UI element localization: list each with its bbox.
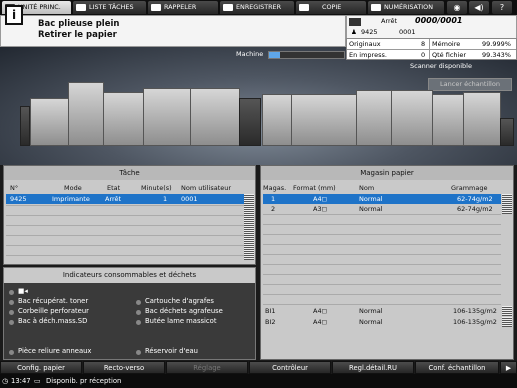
- clock-icon: ◷: [2, 377, 8, 385]
- message-line-1: Bac plieuse plein: [38, 19, 120, 29]
- status-text: Disponib. pr réception: [46, 377, 122, 385]
- table-row[interactable]: 9425 Imprimante Arrêt 1 0001: [6, 194, 249, 204]
- originaux-label: Originaux: [349, 40, 381, 48]
- memoire-value: 99.999%: [482, 40, 511, 48]
- help-icon[interactable]: ?: [492, 1, 512, 14]
- controller-button[interactable]: Contrôleur: [249, 361, 331, 374]
- consumable-toner-box: Bac récupérat. toner: [18, 297, 89, 305]
- adjustment-button[interactable]: Réglage: [166, 361, 248, 374]
- col-nom: Nom: [359, 184, 375, 192]
- consumables-title: Indicateurs consommables et déchets: [4, 268, 255, 283]
- col-format: Format (mm): [293, 184, 336, 192]
- consumable-trimmer-stop: Butée lame massicot: [145, 317, 217, 325]
- consumable-ring-binding: Pièce reliure anneaux: [18, 347, 92, 355]
- machine-state: Arrêt: [381, 17, 398, 25]
- qte-fichier-label: Qté fichier: [432, 51, 466, 59]
- col-minutes: Minute(s): [141, 184, 172, 192]
- col-n: N°: [10, 184, 19, 192]
- tab-liste-taches[interactable]: LISTE TÂCHES: [73, 1, 146, 14]
- job-list-title: Tâche: [4, 166, 255, 180]
- machine-progress-fill: [269, 52, 281, 58]
- list-icon: [76, 4, 86, 11]
- machine-progress-bar: [268, 51, 345, 59]
- consumables-panel: Indicateurs consommables et déchets ■◂ B…: [3, 267, 256, 360]
- sample-button[interactable]: Lancer échantillon: [428, 78, 512, 91]
- tray-level-icon: [502, 194, 512, 204]
- copy-icon: [299, 4, 309, 11]
- table-row[interactable]: 2 A3◻ Normal 62-74g/m2: [263, 204, 501, 214]
- col-mode: Mode: [64, 184, 82, 192]
- save-icon: [223, 4, 233, 11]
- globe-icon[interactable]: ◉: [447, 1, 467, 14]
- originaux-value: 8: [421, 40, 426, 48]
- consumable-punch-bin: Corbeille perforateur: [18, 307, 89, 315]
- tab-rappeler[interactable]: RAPPELER: [148, 1, 218, 14]
- tab-enregistrer[interactable]: ENREGISTRER: [220, 1, 294, 14]
- consumable-water-tank: Réservoir d'eau: [145, 347, 198, 355]
- printer-icon: [349, 18, 361, 26]
- en-impress-label: En impress.: [349, 51, 387, 59]
- consumable-staple-waste: Bac déchets agrafeuse: [145, 307, 223, 315]
- status-bar: ◷ 13:47 ▭ Disponib. pr réception: [0, 374, 517, 388]
- tab-numerisation[interactable]: NUMÉRISATION: [368, 1, 444, 14]
- tab-copie[interactable]: COPIE: [296, 1, 366, 14]
- paper-tray-title: Magasin papier: [261, 166, 513, 180]
- col-user: Nom utilisateur: [181, 184, 232, 192]
- tray-level-icon: [502, 204, 512, 214]
- col-grammage: Grammage: [451, 184, 488, 192]
- user-id: 9425: [361, 28, 378, 36]
- qte-fichier-value: 99.343%: [482, 51, 511, 59]
- consumable-sd-trim-bin: Bac à déch.mass.SD: [18, 317, 88, 325]
- machine-label: Machine: [236, 50, 264, 58]
- job-list-scrollbar[interactable]: [244, 194, 254, 260]
- status-time: 13:47: [11, 377, 31, 385]
- en-impress-value: 0: [421, 51, 426, 59]
- paper-tray-panel: Magasin papier Magas. Format (mm) Nom Gr…: [260, 165, 514, 360]
- user-count: 0001: [399, 28, 416, 36]
- table-row[interactable]: BI2 A4◻ Normal 106-135g/m2: [263, 317, 501, 327]
- ru-detail-button[interactable]: Regl.détail.RU: [332, 361, 414, 374]
- col-magas: Magas.: [263, 184, 287, 192]
- message-line-2: Retirer le papier: [38, 30, 117, 40]
- job-counter: 0000/0001: [415, 16, 463, 25]
- info-icon: i: [5, 5, 23, 25]
- next-arrow-icon[interactable]: ▶: [500, 361, 517, 374]
- consumable-staple-cartridge: Cartouche d'agrafes: [145, 297, 214, 305]
- tray-level-icon: [502, 317, 512, 327]
- scanner-status: Scanner disponible: [410, 62, 472, 70]
- paper-setting-button[interactable]: Config. papier: [0, 361, 82, 374]
- recall-icon: [151, 4, 161, 11]
- user-icon: ♟: [351, 28, 357, 36]
- sample-config-button[interactable]: Conf. échantillon: [415, 361, 499, 374]
- table-row[interactable]: BI1 A4◻ Normal 106-135g/m2: [263, 306, 501, 316]
- duplex-button[interactable]: Recto-verso: [83, 361, 165, 374]
- tray-level-icon: [502, 306, 512, 316]
- status-counters: Originaux 8 Mémoire 99.999% En impress. …: [346, 38, 517, 60]
- network-icon: ▭: [34, 377, 41, 385]
- memoire-label: Mémoire: [432, 40, 461, 48]
- table-row[interactable]: 1 A4◻ Normal 62-74g/m2: [263, 194, 501, 204]
- volume-icon[interactable]: ◀): [469, 1, 489, 14]
- scan-icon: [371, 4, 381, 11]
- camera-icon: ■◂: [18, 287, 28, 295]
- job-list-panel: Tâche N° Mode Etat Minute(s) Nom utilisa…: [3, 165, 256, 265]
- col-etat: Etat: [107, 184, 121, 192]
